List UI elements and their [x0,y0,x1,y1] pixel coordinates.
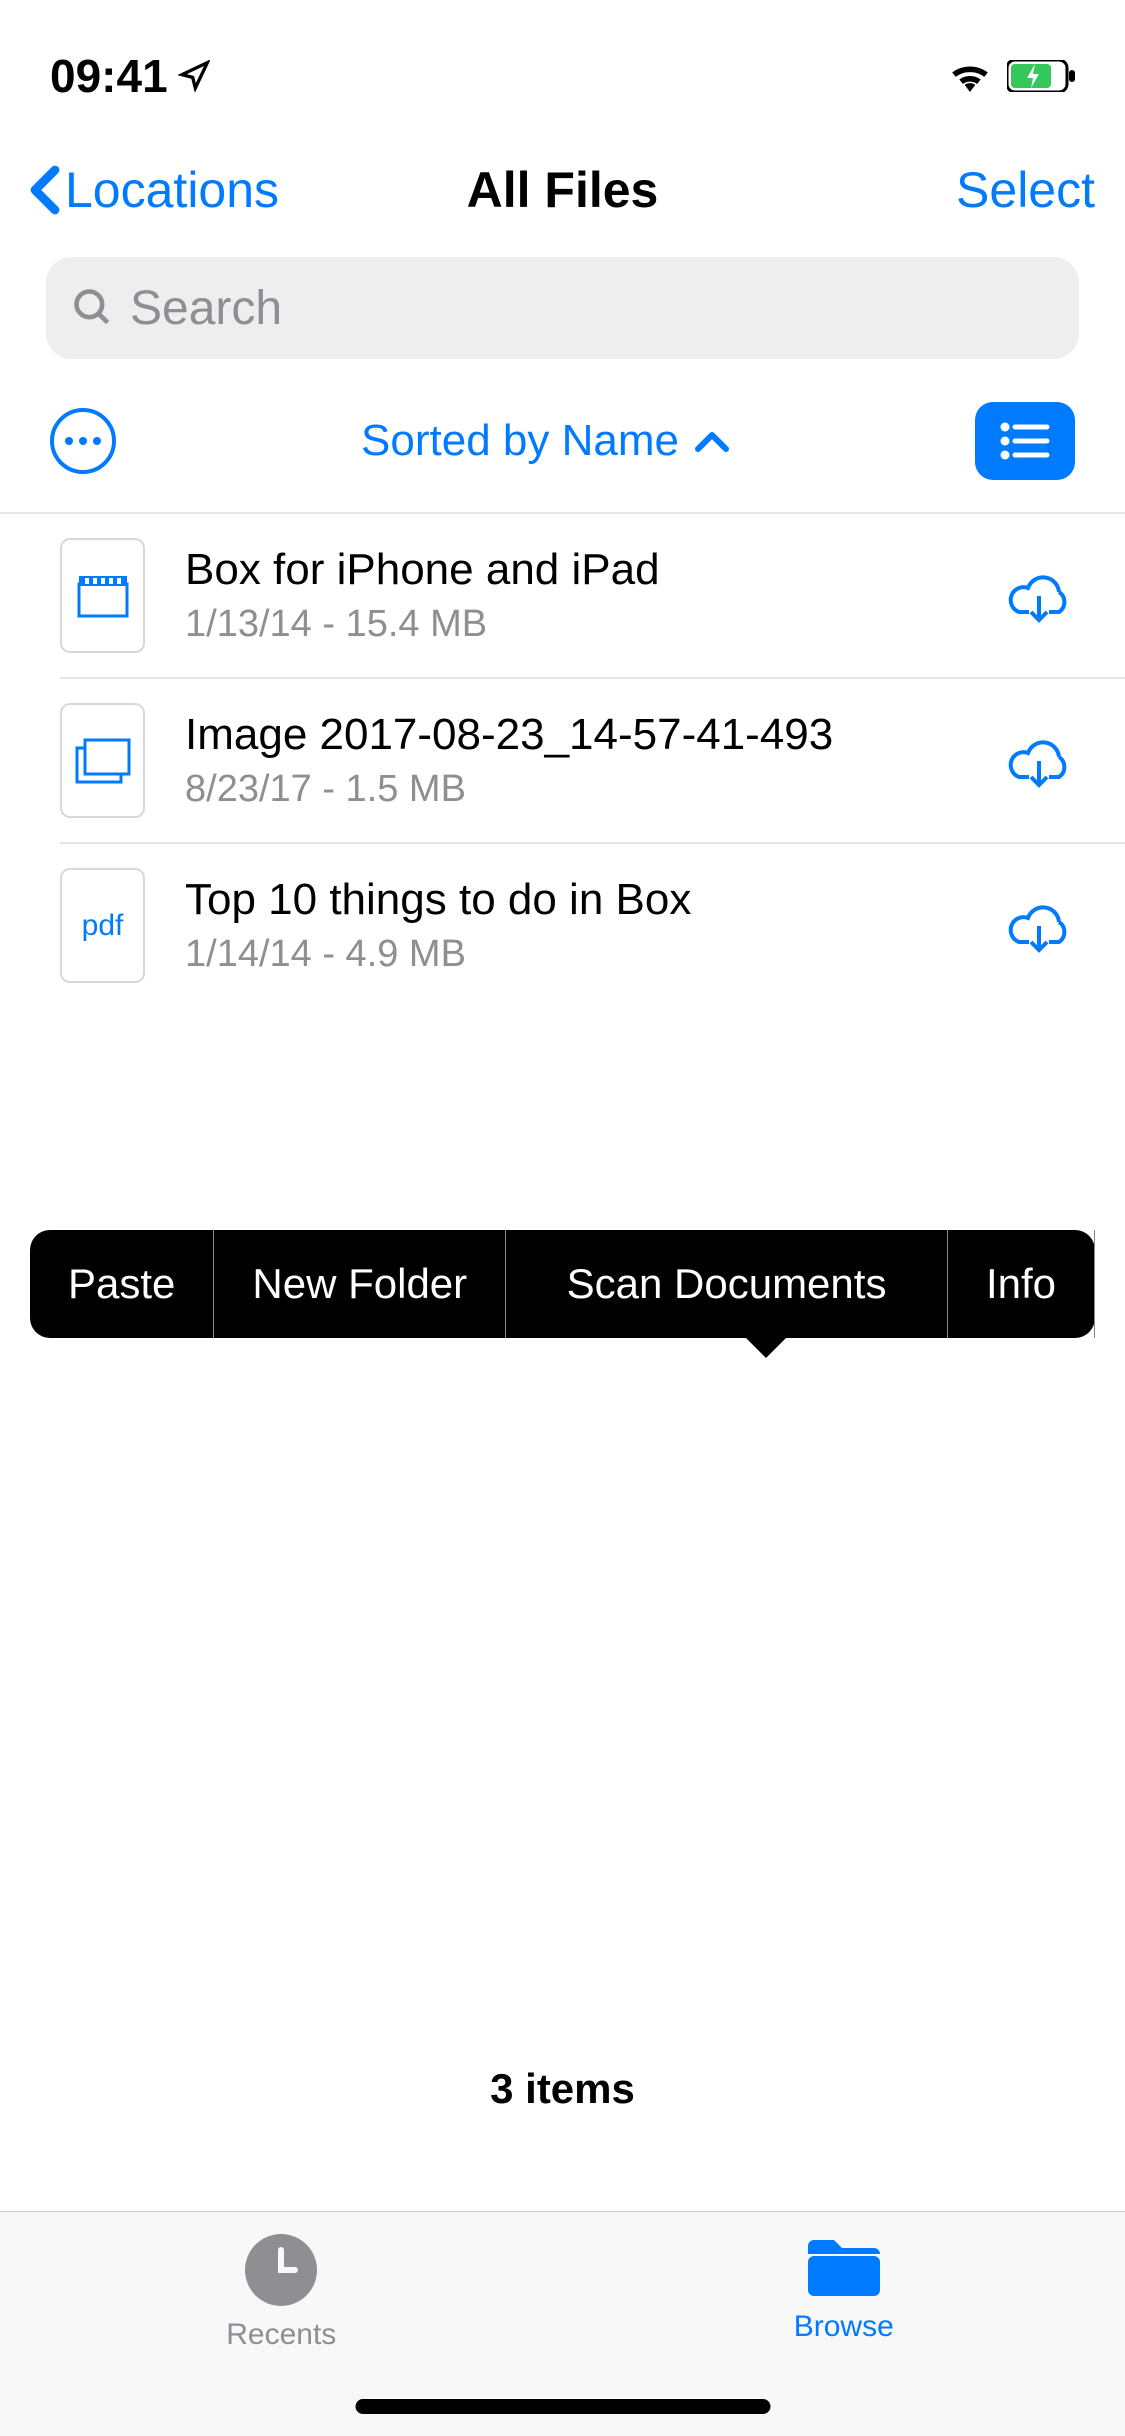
back-button[interactable]: Locations [30,161,279,219]
file-row[interactable]: Image 2017-08-23_14-57-41-493 8/23/17 - … [60,679,1125,844]
list-view-button[interactable] [975,402,1075,480]
back-label: Locations [65,161,279,219]
list-icon [999,421,1051,461]
file-row[interactable]: pdf Top 10 things to do in Box 1/14/14 -… [60,844,1125,1007]
chevron-up-icon [694,429,730,453]
search-icon [71,286,115,330]
cloud-download-icon[interactable] [1003,733,1075,789]
wifi-icon [948,60,992,92]
folder-icon [804,2234,884,2298]
file-name: Top 10 things to do in Box [185,875,963,925]
cloud-download-icon[interactable] [1003,568,1075,624]
search-input[interactable]: Search [46,257,1079,359]
file-icon [60,538,145,653]
sort-text: Sorted by Name [361,416,679,466]
context-new-folder[interactable]: New Folder [214,1230,506,1338]
tab-label: Browse [794,2310,894,2344]
location-icon [178,60,210,92]
context-info[interactable]: Info [948,1230,1095,1338]
more-dot-icon [79,437,87,445]
video-icon [75,572,131,620]
more-dot-icon [65,437,73,445]
sort-button[interactable]: Sorted by Name [361,416,730,466]
file-meta: 1/14/14 - 4.9 MB [185,933,963,976]
tab-label: Recents [226,2318,336,2352]
status-right [948,60,1075,92]
more-dot-icon [93,437,101,445]
nav-bar: Locations All Files Select [0,132,1125,247]
image-icon [75,738,131,784]
status-time: 09:41 [50,49,210,103]
context-scan-documents[interactable]: Scan Documents [506,1230,948,1338]
nav-title: All Files [467,161,659,219]
file-row[interactable]: Box for iPhone and iPad 1/13/14 - 15.4 M… [60,514,1125,679]
pdf-icon: pdf [82,909,124,943]
select-button[interactable]: Select [956,161,1095,219]
file-icon [60,703,145,818]
file-info: Box for iPhone and iPad 1/13/14 - 15.4 M… [185,545,963,646]
status-bar: 09:41 [0,0,1125,132]
file-name: Box for iPhone and iPad [185,545,963,595]
search-container: Search [0,247,1125,369]
file-list: Box for iPhone and iPad 1/13/14 - 15.4 M… [0,514,1125,1007]
clock-icon [245,2234,317,2306]
more-button[interactable] [50,408,116,474]
context-arrow-icon [744,1336,788,1358]
time-text: 09:41 [50,49,168,103]
file-meta: 8/23/17 - 1.5 MB [185,768,963,811]
file-meta: 1/13/14 - 15.4 MB [185,603,963,646]
chevron-left-icon [30,165,60,215]
context-paste[interactable]: Paste [30,1230,214,1338]
context-menu: Paste New Folder Scan Documents Info [30,1230,1095,1338]
file-info: Image 2017-08-23_14-57-41-493 8/23/17 - … [185,710,963,811]
file-icon: pdf [60,868,145,983]
file-info: Top 10 things to do in Box 1/14/14 - 4.9… [185,875,963,976]
file-name: Image 2017-08-23_14-57-41-493 [185,710,963,760]
battery-icon [1007,60,1075,92]
cloud-download-icon[interactable] [1003,898,1075,954]
search-placeholder: Search [130,281,282,336]
items-count: 3 items [0,2065,1125,2113]
toolbar: Sorted by Name [0,369,1125,514]
home-indicator[interactable] [355,2399,770,2414]
